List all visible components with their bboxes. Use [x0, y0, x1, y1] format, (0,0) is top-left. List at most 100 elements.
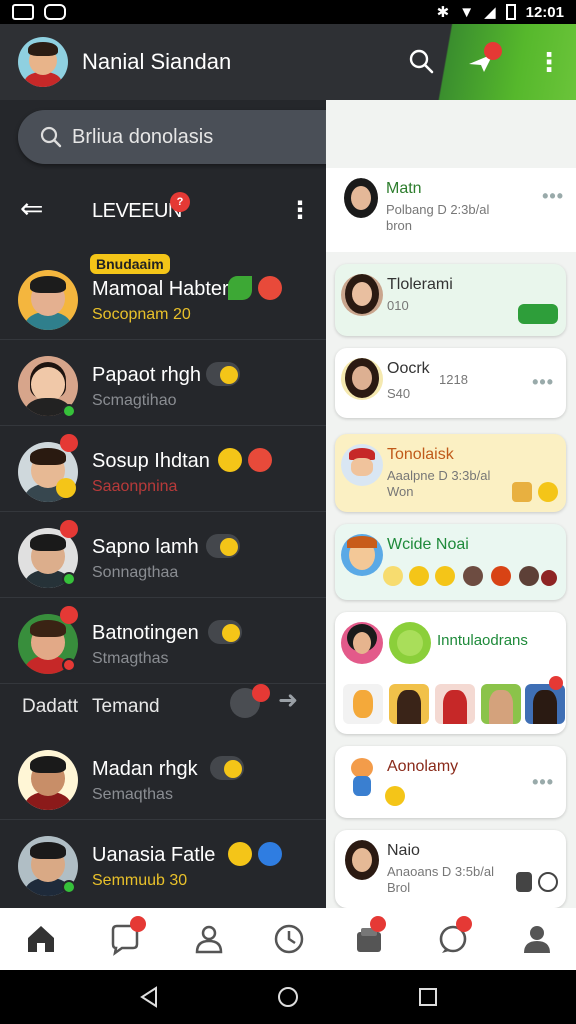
record-badge	[252, 684, 270, 702]
chat-row[interactable]: Uanasia Fatle Semmuub 30	[0, 822, 326, 906]
chat-preview: Sonnagthaa	[92, 564, 179, 581]
card-title: Aonolamy	[387, 758, 459, 775]
stories-panel: Matn Polbang D 2:3b/al bron ••• Tloleram…	[326, 100, 576, 908]
app-screen: ✱ ▼ ◢ 12:01 Nanial Siandan ⋮ Brliua dono…	[0, 0, 576, 1024]
online-indicator	[62, 572, 76, 586]
card-subtitle: Anaoans D 3:5b/al	[387, 864, 494, 879]
chat-name: Uanasia Fatle	[92, 844, 216, 866]
emoji-icon	[56, 478, 76, 498]
lock-icon	[516, 872, 532, 892]
emoji-icon	[409, 566, 429, 586]
list-header: ⇐ LEVEEUN ? ⋮	[0, 190, 326, 230]
chat-row[interactable]: Madan rhgk Semaqthas	[0, 736, 326, 820]
card-title: Matn	[386, 180, 422, 197]
chat-row[interactable]: Bnudaaim Mamoal Habter Socopnam 20	[0, 254, 326, 340]
unread-badge	[60, 434, 78, 452]
chat-row[interactable]: Batnotingen Stmagthas	[0, 600, 326, 684]
search-input[interactable]: Brliua donolasis	[72, 126, 213, 149]
chat-preview: Semaqthas	[92, 786, 173, 803]
more-horizontal-icon[interactable]: •••	[532, 372, 554, 393]
emoji-icon	[220, 366, 238, 384]
avatar	[340, 178, 382, 220]
list-more-icon[interactable]: ⋮	[288, 196, 312, 225]
send-button[interactable]	[466, 42, 502, 76]
chat-preview: Scmagtihao	[92, 392, 177, 409]
status-bar: ✱ ▼ ◢ 12:01	[0, 0, 576, 24]
card-subtitle: S40	[387, 386, 411, 401]
emoji-icon	[228, 842, 252, 866]
emoji-icon	[385, 786, 405, 806]
nav-badge	[370, 916, 386, 932]
chat-preview: Semmuub 30	[92, 872, 188, 889]
photo-thumb[interactable]	[435, 684, 475, 724]
unread-badge	[60, 606, 78, 624]
card-subtitle: Aaalpne D 3:3b/al	[387, 468, 491, 483]
avatar	[18, 750, 78, 810]
unread-badge	[60, 520, 78, 538]
more-vertical-icon[interactable]: ⋮	[536, 48, 562, 78]
chat-row[interactable]: Papaot rhgh Scmagtihao	[0, 342, 326, 426]
group-card[interactable]: Inntulaodrans	[335, 612, 566, 734]
card-subtitle-2: bron	[386, 218, 413, 233]
conversation-card[interactable]: Naio Anaoans D 3:5b/al Brol	[335, 830, 566, 908]
chat-list-panel: ⇐ LEVEEUN ? ⋮ Bnudaaim Mamoal Habter Soc…	[0, 170, 326, 908]
forward-arrow-icon[interactable]: ➜	[278, 686, 298, 715]
section-label-right[interactable]: Temand	[92, 696, 160, 718]
search-icon[interactable]	[408, 48, 434, 74]
home-circle-icon[interactable]	[277, 986, 299, 1008]
cloud-icon	[258, 842, 282, 866]
thumb-icon	[512, 482, 532, 502]
conversation-card[interactable]: Tlolerami 010	[335, 264, 566, 336]
recents-icon[interactable]	[417, 986, 439, 1008]
more-horizontal-icon[interactable]: •••	[532, 772, 554, 793]
wifi-icon: ▼	[459, 3, 475, 21]
more-horizontal-icon[interactable]: •••	[542, 186, 564, 207]
profile-avatar[interactable]	[18, 37, 68, 87]
send-badge	[484, 42, 502, 60]
chat-name: Batnotingen	[92, 622, 199, 644]
chat-preview: Saaonpnina	[92, 478, 178, 495]
avatar-mini	[491, 566, 511, 586]
card-title: Wcide Noai	[387, 536, 469, 553]
chat-row[interactable]: Sapno lamh Sonnagthaa	[0, 514, 326, 598]
nav-chat[interactable]	[108, 916, 146, 956]
list-title: LEVEEUN	[92, 200, 182, 222]
search-icon	[40, 126, 62, 148]
conversation-card[interactable]: Tonolaisk Aaalpne D 3:3b/al Won	[335, 434, 566, 512]
sticker-thumb[interactable]	[343, 684, 383, 724]
avatar-mini	[541, 570, 557, 586]
section-label-left[interactable]: Dadatt	[22, 696, 78, 718]
contacts-icon[interactable]	[192, 922, 226, 956]
emoji-icon	[248, 448, 272, 472]
back-arrow-icon[interactable]: ⇐	[20, 195, 43, 223]
emoji-icon	[220, 538, 238, 556]
nav-inbox[interactable]	[352, 916, 386, 956]
avatar	[341, 444, 383, 486]
signal-icon: ◢	[484, 4, 496, 21]
card-subtitle-2: Brol	[387, 880, 411, 895]
bottom-navigation	[0, 908, 576, 970]
back-icon[interactable]	[138, 986, 160, 1008]
profile-icon[interactable]	[520, 922, 554, 956]
photo-thumb[interactable]	[389, 684, 429, 724]
battery-icon	[505, 4, 516, 20]
nav-badge	[456, 916, 472, 932]
reply-badge[interactable]	[518, 304, 558, 324]
nav-messages[interactable]	[436, 916, 472, 956]
conversation-card[interactable]: Aonolamy •••	[335, 746, 566, 818]
emoji-icon	[538, 872, 558, 892]
conversation-card[interactable]: Oocrk S40 1218 •••	[335, 348, 566, 418]
conversation-card[interactable]: Wcide Noai	[335, 524, 566, 600]
sticker-avatar	[341, 756, 383, 798]
chat-row[interactable]: Sosup Ihdtan Saaonpnina	[0, 428, 326, 512]
conversation-card[interactable]: Matn Polbang D 2:3b/al bron •••	[326, 168, 576, 252]
photo-thumb[interactable]	[481, 684, 521, 724]
card-title: Naio	[387, 842, 420, 859]
chat-preview: Socopnam 20	[92, 306, 191, 323]
avatar	[341, 358, 383, 400]
home-icon[interactable]	[24, 922, 58, 956]
chat-name: Sapno lamh	[92, 536, 199, 558]
photo-thumb[interactable]	[525, 684, 565, 724]
bluetooth-icon: ✱	[436, 4, 450, 21]
clock-icon[interactable]	[272, 922, 306, 956]
